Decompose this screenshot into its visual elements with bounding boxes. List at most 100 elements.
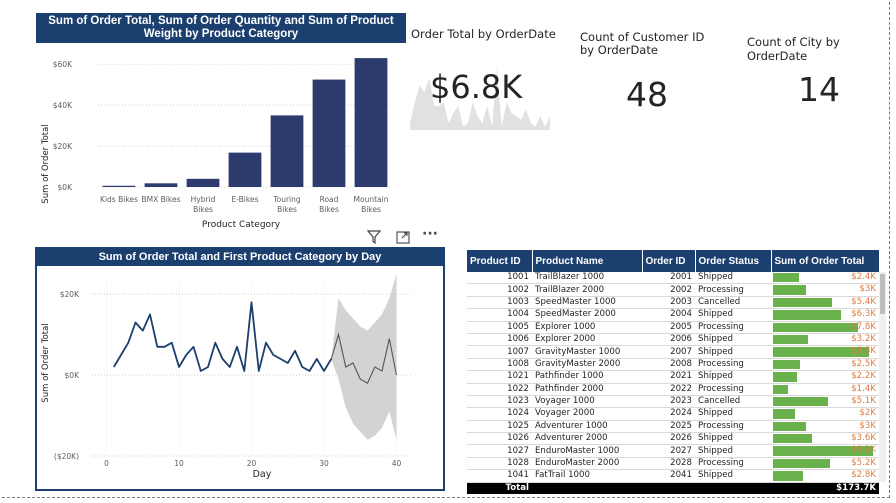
- line-chart-ytick: ($20K): [54, 452, 79, 461]
- cell-order-status: Processing: [695, 420, 771, 434]
- cell-product-name: FatTrail 1000: [532, 469, 642, 483]
- focus-mode-icon[interactable]: [396, 231, 410, 244]
- cell-product-id: 1028: [467, 457, 532, 471]
- cell-product-id: 1005: [467, 321, 532, 334]
- table-scrollbar-thumb[interactable]: [880, 274, 885, 314]
- table-row[interactable]: 1002 TrailBlazer 2000 2002 Processing $3K: [467, 283, 879, 297]
- cell-order-status: Processing: [695, 283, 771, 297]
- cell-product-id: 1041: [467, 469, 532, 483]
- cell-order-id: 2023: [642, 395, 695, 409]
- table-row[interactable]: 1006 Explorer 2000 2006 Shipped $3.2K: [467, 333, 879, 347]
- data-bar: [773, 322, 858, 332]
- cell-product-name: TrailBlazer 2000: [532, 283, 642, 297]
- bar-chart-ytick: $0K: [58, 183, 74, 192]
- more-options-icon[interactable]: ···: [422, 226, 438, 242]
- filter-icon[interactable]: [367, 230, 381, 244]
- total-spacer: [532, 482, 642, 495]
- bar-chart-xlabel: Product Category: [202, 220, 281, 230]
- kpi-city-count-value: 14: [798, 70, 840, 109]
- cell-order-status: Shipped: [695, 308, 771, 322]
- column-header-order-total[interactable]: Sum of Order Total: [771, 250, 880, 272]
- table-row[interactable]: 1003 SpeedMaster 1000 2003 Cancelled $5.4K: [467, 296, 879, 310]
- cell-order-total: $5.2K: [771, 457, 879, 471]
- bar-chart-bar[interactable]: [354, 58, 388, 187]
- cell-order-id: 2026: [642, 432, 695, 446]
- bar-chart-ytick: $40K: [53, 101, 73, 110]
- cell-product-id: 1021: [467, 370, 532, 384]
- cell-order-total: $3.6K: [771, 432, 879, 446]
- bar-chart-bar[interactable]: [270, 115, 304, 187]
- kpi-customer-count-title: Count of Customer ID by OrderDate: [580, 30, 705, 57]
- table-scrollbar[interactable]: [879, 272, 886, 482]
- column-header-product-id[interactable]: Product ID: [467, 250, 533, 272]
- column-header-order-status[interactable]: Order Status: [695, 250, 772, 272]
- line-chart-xtick: 10: [174, 459, 184, 468]
- cell-order-id: 2025: [642, 420, 695, 434]
- bar-chart-bar[interactable]: [186, 178, 220, 187]
- cell-order-status: Shipped: [695, 333, 771, 347]
- cell-order-status: Processing: [695, 321, 771, 334]
- table-row[interactable]: 1007 GravityMaster 1000 2007 Shipped $8.8K: [467, 345, 879, 359]
- cell-order-total-value: $7.8K: [851, 321, 876, 332]
- cell-order-total-value: $6.3K: [851, 309, 876, 320]
- line-chart-xtick: 30: [319, 459, 329, 468]
- data-bar: [773, 384, 789, 394]
- bar-chart-bar[interactable]: [228, 152, 262, 187]
- cell-order-total-value: $3.2K: [851, 333, 876, 344]
- bar-chart-bar[interactable]: [102, 185, 136, 187]
- table-row[interactable]: 1041 FatTrail 1000 2041 Shipped $2.8K: [467, 469, 879, 483]
- total-spacer: [642, 482, 695, 495]
- table-row[interactable]: 1025 Adventurer 1000 2025 Processing $3K: [467, 420, 879, 434]
- table-row[interactable]: 1028 EnduroMaster 2000 2028 Processing $5.2K: [467, 457, 879, 471]
- data-bar: [773, 310, 842, 320]
- cell-order-total: $2.4K: [771, 272, 879, 285]
- line-chart-xtick: 40: [392, 459, 402, 468]
- table-row[interactable]: 1005 Explorer 1000 2005 Processing $7.8K: [467, 321, 879, 334]
- cell-product-id: 1024: [467, 407, 532, 421]
- table-row[interactable]: 1023 Voyager 1000 2023 Cancelled $5.1K: [467, 395, 879, 409]
- table-row[interactable]: 1026 Adventurer 2000 2026 Shipped $3.6K: [467, 432, 879, 446]
- cell-product-id: 1004: [467, 308, 532, 322]
- data-bar: [773, 334, 808, 345]
- cell-order-total: $3.2K: [771, 333, 879, 347]
- bar-chart-ytick: $20K: [53, 142, 73, 151]
- data-bar: [773, 396, 829, 407]
- kpi-order-total-title: Order Total by OrderDate: [411, 27, 556, 41]
- column-header-product-name[interactable]: Product Name: [532, 250, 643, 272]
- bar-chart-xtick: BMX Bikes: [142, 195, 181, 204]
- cell-order-total-value: $2.5K: [851, 358, 876, 369]
- order-total-line[interactable]: [113, 301, 333, 372]
- table-row[interactable]: 1008 GravityMaster 2000 2008 Processing $2.5…: [467, 358, 879, 372]
- cell-order-id: 2004: [642, 308, 695, 322]
- table-row[interactable]: 1027 EnduroMaster 1000 2027 Shipped $9.2K: [467, 444, 879, 458]
- column-header-order-id[interactable]: Order ID: [642, 250, 696, 272]
- cell-order-status: Shipped: [695, 370, 771, 384]
- cell-product-name: SpeedMaster 2000: [532, 308, 642, 322]
- table-row[interactable]: 1024 Voyager 2000 2024 Shipped $2K: [467, 407, 879, 421]
- cell-order-total: $8.8K: [771, 345, 879, 359]
- cell-product-name: SpeedMaster 1000: [532, 296, 642, 310]
- bar-chart-bar[interactable]: [312, 79, 346, 187]
- table-row[interactable]: 1001 TrailBlazer 1000 2001 Shipped $2.4K: [467, 272, 879, 285]
- table-row[interactable]: 1021 Pathfinder 1000 2021 Shipped $2.2K: [467, 370, 879, 384]
- table-row[interactable]: 1022 Pathfinder 2000 2022 Processing $1.4K: [467, 383, 879, 396]
- cell-product-id: 1003: [467, 296, 532, 310]
- cell-order-status: Shipped: [695, 272, 771, 285]
- data-bar: [773, 471, 804, 481]
- bar-chart-bar[interactable]: [144, 183, 178, 187]
- cell-product-name: GravityMaster 2000: [532, 358, 642, 372]
- forecast-confidence-band: [331, 274, 397, 440]
- cell-order-total: $2.5K: [771, 358, 879, 372]
- line-chart-xtick: 20: [247, 459, 257, 468]
- cell-product-id: 1007: [467, 345, 532, 359]
- cell-order-id: 2021: [642, 370, 695, 384]
- table-row[interactable]: 1004 SpeedMaster 2000 2004 Shipped $6.3K: [467, 308, 879, 322]
- cell-order-total-value: $5.4K: [851, 296, 876, 307]
- kpi-customer-count-value: 48: [626, 75, 668, 114]
- orders-table: Product ID Product Name Order ID Order S…: [467, 250, 880, 495]
- data-bar: [773, 458, 830, 469]
- cell-order-total-value: $2K: [859, 408, 876, 419]
- cell-order-id: 2002: [642, 283, 695, 297]
- cell-order-status: Shipped: [695, 469, 771, 483]
- cell-order-id: 2022: [642, 383, 695, 396]
